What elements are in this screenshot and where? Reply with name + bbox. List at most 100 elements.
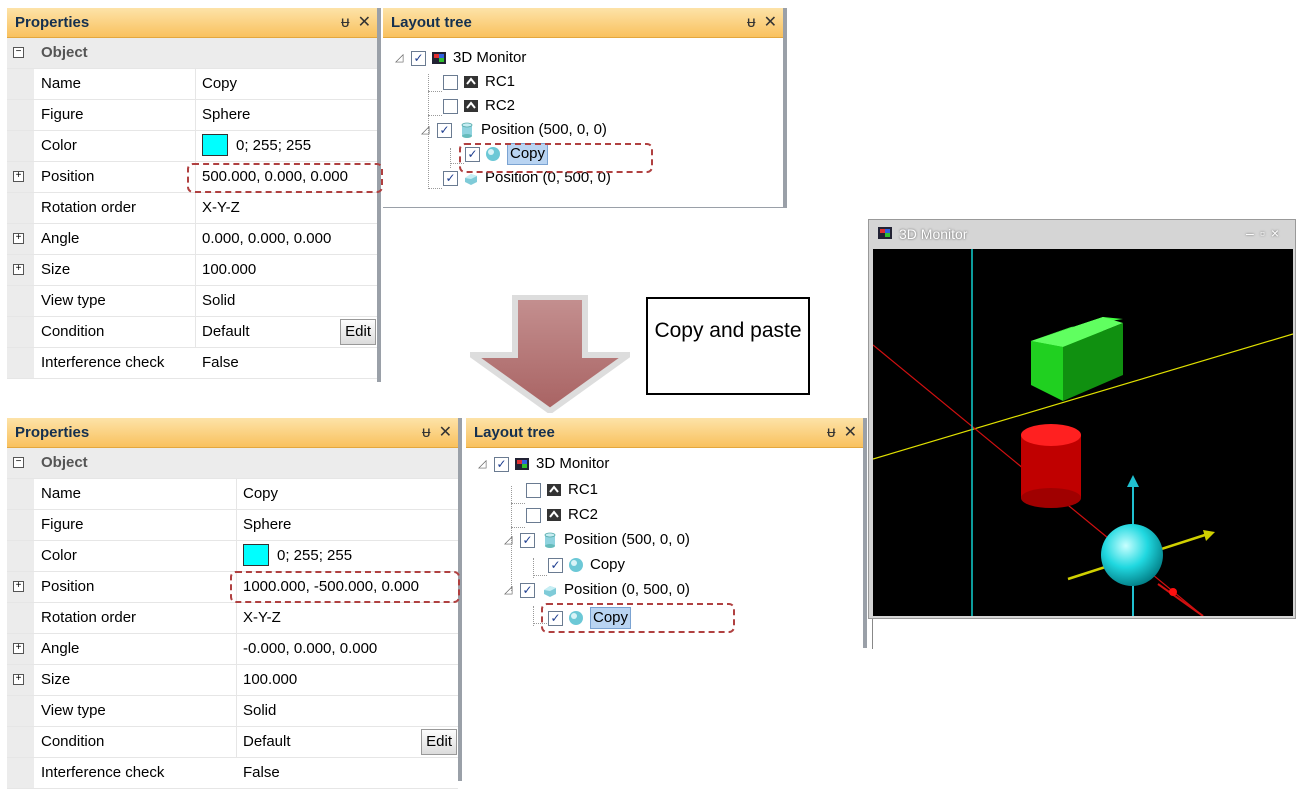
layout-tree-title: Layout tree bbox=[391, 14, 472, 31]
tree-node-copy-pasted[interactable]: ✓ Copy bbox=[548, 606, 748, 630]
checkbox[interactable]: ✓ bbox=[548, 558, 563, 573]
tree-node-3d-monitor[interactable]: ◿ ✓ 3D Monitor bbox=[478, 452, 778, 476]
robot-icon bbox=[547, 484, 561, 496]
checkbox[interactable]: ✓ bbox=[520, 583, 535, 598]
property-row[interactable]: Rotation order X-Y-Z bbox=[7, 193, 377, 224]
cylinder-icon bbox=[544, 532, 556, 548]
layout-tree-title: Layout tree bbox=[474, 424, 555, 441]
property-row[interactable]: Name Copy bbox=[7, 69, 377, 100]
property-row[interactable]: View type Solid bbox=[7, 286, 377, 317]
close-icon[interactable]: ✕ bbox=[358, 14, 371, 31]
property-row-color[interactable]: Color 0; 255; 255 bbox=[7, 541, 458, 572]
property-row[interactable]: Name Copy bbox=[7, 479, 458, 510]
property-row-condition[interactable]: Condition Default Edit bbox=[7, 727, 458, 758]
close-icon[interactable]: ✕ bbox=[844, 424, 857, 441]
color-swatch[interactable] bbox=[202, 133, 228, 156]
property-row-position[interactable]: + Position 500.000, 0.000, 0.000 bbox=[7, 162, 377, 193]
checkbox[interactable]: ✓ bbox=[411, 51, 426, 66]
property-row-size[interactable]: + Size 100.000 bbox=[7, 665, 458, 696]
category-object[interactable]: − Object bbox=[7, 448, 458, 479]
tree-node-rc1[interactable]: RC1 bbox=[526, 478, 726, 502]
collapse-icon[interactable]: − bbox=[13, 457, 24, 468]
checkbox[interactable]: ✓ bbox=[437, 123, 452, 138]
property-row-condition[interactable]: Condition Default Edit bbox=[7, 317, 377, 348]
category-object[interactable]: − Object bbox=[7, 38, 377, 69]
properties-title: Properties bbox=[15, 424, 90, 441]
pin-icon[interactable]: ᵾ bbox=[422, 424, 431, 441]
collapse-icon[interactable]: ◿ bbox=[395, 46, 403, 70]
checkbox[interactable]: ✓ bbox=[465, 147, 480, 162]
monitor-icon bbox=[515, 458, 529, 470]
3d-scene bbox=[872, 249, 1294, 617]
property-row[interactable]: Figure Sphere bbox=[7, 510, 458, 541]
robot-icon bbox=[464, 76, 478, 88]
3d-viewport[interactable] bbox=[872, 249, 1294, 617]
property-row-size[interactable]: + Size 100.000 bbox=[7, 255, 377, 286]
pin-icon[interactable]: ᵾ bbox=[341, 14, 350, 31]
tree-node-copy[interactable]: ✓ Copy bbox=[548, 553, 748, 577]
property-row[interactable]: Interference check False bbox=[7, 348, 377, 379]
checkbox[interactable] bbox=[526, 483, 541, 498]
property-row[interactable]: View type Solid bbox=[7, 696, 458, 727]
property-row[interactable]: Figure Sphere bbox=[7, 100, 377, 131]
collapse-icon[interactable]: − bbox=[13, 47, 24, 58]
properties-header: Properties ᵾ ✕ bbox=[7, 8, 377, 38]
3d-monitor-window[interactable]: 3D Monitor –▫× bbox=[868, 219, 1296, 619]
collapse-icon[interactable]: ◿ bbox=[504, 578, 512, 602]
monitor-title: 3D Monitor bbox=[899, 226, 968, 242]
close-icon[interactable]: ✕ bbox=[764, 14, 777, 31]
layout-tree-panel-bottom: Layout tree ᵾ ✕ ◿ ✓ 3D Monitor RC1 RC2 ◿ … bbox=[466, 418, 867, 648]
tree-node-position-0-500[interactable]: ✓ Position (0, 500, 0) bbox=[443, 166, 743, 190]
collapse-icon[interactable]: ◿ bbox=[504, 528, 512, 552]
box-icon bbox=[465, 174, 477, 185]
edit-button[interactable]: Edit bbox=[421, 729, 457, 755]
copy-paste-callout: Copy and paste bbox=[646, 297, 810, 395]
monitor-icon bbox=[878, 227, 892, 239]
property-row-angle[interactable]: + Angle 0.000, 0.000, 0.000 bbox=[7, 224, 377, 255]
edit-button[interactable]: Edit bbox=[340, 319, 376, 345]
property-row[interactable]: Rotation order X-Y-Z bbox=[7, 603, 458, 634]
properties-title: Properties bbox=[15, 14, 90, 31]
checkbox[interactable]: ✓ bbox=[494, 457, 509, 472]
tree-node-rc2[interactable]: RC2 bbox=[443, 94, 643, 118]
checkbox[interactable]: ✓ bbox=[520, 533, 535, 548]
checkbox[interactable] bbox=[526, 508, 541, 523]
tree-node-position-500[interactable]: ◿ ✓ Position (500, 0, 0) bbox=[421, 118, 721, 142]
collapse-icon[interactable]: ◿ bbox=[421, 118, 429, 142]
robot-icon bbox=[464, 100, 478, 112]
cylinder-icon bbox=[461, 122, 473, 138]
color-swatch[interactable] bbox=[243, 543, 269, 566]
box-icon bbox=[544, 586, 556, 597]
properties-panel-bottom: Properties ᵾ ✕ − Object Name Copy Figure Sp… bbox=[7, 418, 462, 789]
property-row[interactable]: Interference check False bbox=[7, 758, 458, 789]
cyan-sphere bbox=[1101, 524, 1163, 586]
robot-icon bbox=[547, 509, 561, 521]
checkbox[interactable] bbox=[443, 75, 458, 90]
sphere-icon bbox=[569, 558, 583, 572]
property-row-angle[interactable]: + Angle -0.000, 0.000, 0.000 bbox=[7, 634, 458, 665]
tree-node-rc2[interactable]: RC2 bbox=[526, 503, 726, 527]
checkbox[interactable]: ✓ bbox=[548, 611, 563, 626]
property-row-position[interactable]: + Position 1000.000, -500.000, 0.000 bbox=[7, 572, 458, 603]
pin-icon[interactable]: ᵾ bbox=[747, 14, 756, 31]
minimize-icon[interactable]: – bbox=[1246, 225, 1260, 241]
layout-tree-panel-top: Layout tree ᵾ ✕ ◿ ✓ 3D Monitor RC1 RC2 ◿ … bbox=[383, 8, 787, 208]
tree-node-3d-monitor[interactable]: ◿ ✓ 3D Monitor bbox=[395, 46, 695, 70]
checkbox[interactable]: ✓ bbox=[443, 171, 458, 186]
sphere-icon bbox=[486, 147, 500, 161]
tree-node-copy[interactable]: ✓ Copy bbox=[465, 142, 665, 166]
tree-node-rc1[interactable]: RC1 bbox=[443, 70, 643, 94]
monitor-icon bbox=[432, 52, 446, 64]
red-cylinder bbox=[1021, 424, 1081, 508]
properties-header: Properties ᵾ ✕ bbox=[7, 418, 458, 448]
tree-node-position-500[interactable]: ◿ ✓ Position (500, 0, 0) bbox=[504, 528, 804, 552]
close-icon[interactable]: ✕ bbox=[439, 424, 452, 441]
property-row-color[interactable]: Color 0; 255; 255 bbox=[7, 131, 377, 162]
down-arrow-icon bbox=[470, 295, 630, 413]
tree-node-position-0-500[interactable]: ◿ ✓ Position (0, 500, 0) bbox=[504, 578, 804, 602]
checkbox[interactable] bbox=[443, 99, 458, 114]
pin-icon[interactable]: ᵾ bbox=[827, 424, 836, 441]
maximize-icon[interactable]: ▫ bbox=[1260, 225, 1271, 241]
collapse-icon[interactable]: ◿ bbox=[478, 452, 486, 476]
close-icon[interactable]: × bbox=[1271, 225, 1285, 241]
